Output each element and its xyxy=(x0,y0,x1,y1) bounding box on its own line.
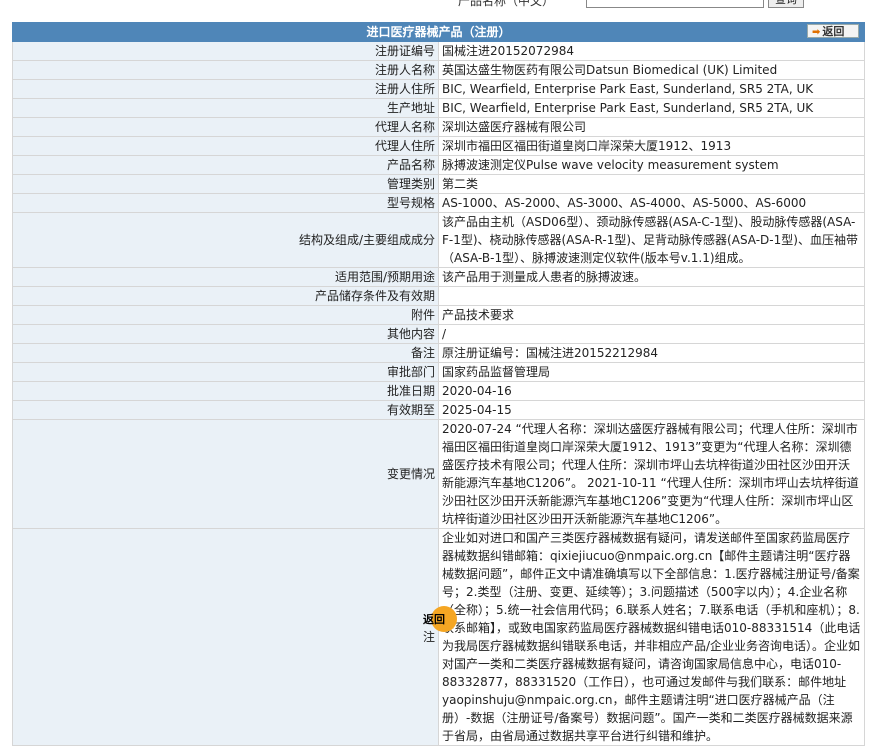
table-row: 其他内容 / xyxy=(12,324,865,344)
field-label: 批准日期 xyxy=(12,381,439,401)
field-label: 审批部门 xyxy=(12,362,439,382)
field-value: 第二类 xyxy=(438,174,865,194)
table-row: 注册人住所 BIC, Wearfield, Enterprise Park Eas… xyxy=(12,79,865,99)
field-value: 深圳达盛医疗器械有限公司 xyxy=(438,117,865,137)
table-row: 注册证编号 国械注进20152072984 xyxy=(12,41,865,61)
field-label: 其他内容 xyxy=(12,324,439,344)
table-row: 产品名称 脉搏波速测定仪Pulse wave velocity measureme… xyxy=(12,155,865,175)
field-value: 该产品由主机（ASD06型）、颈动脉传感器(ASA-C-1型)、股动脉传感器(A… xyxy=(438,212,865,268)
detail-panel: 进口医疗器械产品（注册） ➡ 返回 注册证编号 国械注进20152072984 注册人… xyxy=(12,22,865,746)
field-label: 结构及组成/主要组成成分 xyxy=(12,212,439,268)
field-value: BIC, Wearfield, Enterprise Park East, Su… xyxy=(438,98,865,118)
field-value: 企业如对进口和国产三类医疗器械数据有疑问，请发送邮件至国家药监局医疗器械数据纠错… xyxy=(438,528,865,746)
table-row: 代理人名称 深圳达盛医疗器械有限公司 xyxy=(12,117,865,137)
field-label: 适用范围/预期用途 xyxy=(12,267,439,287)
search-button[interactable]: 查询 xyxy=(768,0,804,8)
field-label: 注 xyxy=(12,528,439,746)
field-label: 注册人名称 xyxy=(12,60,439,80)
product-name-label: 产品名称（中文） xyxy=(458,0,555,8)
field-value: 英国达盛生物医药有限公司Datsun Biomedical (UK) Limit… xyxy=(438,60,865,80)
field-value: 深圳市福田区福田街道皇岗口岸深荣大厦1912、1913 xyxy=(438,136,865,156)
field-label: 型号规格 xyxy=(12,193,439,213)
field-value: 原注册证编号：国械注进20152212984 xyxy=(438,343,865,363)
table-row: 型号规格 AS-1000、AS-2000、AS-3000、AS-4000、AS-5… xyxy=(12,193,865,213)
field-value: 2020-04-16 xyxy=(438,381,865,401)
field-label: 有效期至 xyxy=(12,400,439,420)
field-value: 国家药品监督管理局 xyxy=(438,362,865,382)
back-button-bottom-label: 返回 xyxy=(423,613,445,626)
table-row: 批准日期 2020-04-16 xyxy=(12,381,865,401)
product-name-input[interactable] xyxy=(586,0,764,8)
back-button-label: 返回 xyxy=(822,25,845,38)
field-value: 2025-04-15 xyxy=(438,400,865,420)
field-label: 注册人住所 xyxy=(12,79,439,99)
field-value: 国械注进20152072984 xyxy=(438,41,865,61)
table-row: 结构及组成/主要组成成分 该产品由主机（ASD06型）、颈动脉传感器(ASA-C-… xyxy=(12,212,865,268)
arrow-right-icon: ➡ xyxy=(812,27,821,38)
search-bar: 产品名称（中文） 查询 xyxy=(0,0,877,10)
field-label: 产品名称 xyxy=(12,155,439,175)
table-row: 审批部门 国家药品监督管理局 xyxy=(12,362,865,382)
table-row: 管理类别 第二类 xyxy=(12,174,865,194)
field-value: 2020-07-24 “代理人名称：深圳达盛医疗器械有限公司；代理人住所：深圳市… xyxy=(438,419,865,529)
field-label: 管理类别 xyxy=(12,174,439,194)
field-label: 代理人住所 xyxy=(12,136,439,156)
field-label: 生产地址 xyxy=(12,98,439,118)
field-value: 脉搏波速测定仪Pulse wave velocity measurement s… xyxy=(438,155,865,175)
field-label: 附件 xyxy=(12,305,439,325)
field-value xyxy=(438,286,865,306)
table-header: 进口医疗器械产品（注册） ➡ 返回 xyxy=(12,22,865,42)
back-button-bottom[interactable]: 返回 xyxy=(415,606,459,632)
field-label: 注册证编号 xyxy=(12,41,439,61)
field-value: / xyxy=(438,324,865,344)
field-label: 备注 xyxy=(12,343,439,363)
page-title: 进口医疗器械产品（注册） xyxy=(366,25,511,39)
table-row: 备注 原注册证编号：国械注进20152212984 xyxy=(12,343,865,363)
table-row: 注册人名称 英国达盛生物医药有限公司Datsun Biomedical (UK) … xyxy=(12,60,865,80)
field-label: 产品储存条件及有效期 xyxy=(12,286,439,306)
table-row: 有效期至 2025-04-15 xyxy=(12,400,865,420)
detail-table: 进口医疗器械产品（注册） ➡ 返回 注册证编号 国械注进20152072984 注册人… xyxy=(12,22,865,746)
field-value: 该产品用于测量成人患者的脉搏波速。 xyxy=(438,267,865,287)
table-row: 适用范围/预期用途 该产品用于测量成人患者的脉搏波速。 xyxy=(12,267,865,287)
field-value: AS-1000、AS-2000、AS-3000、AS-4000、AS-5000、… xyxy=(438,193,865,213)
field-value: 产品技术要求 xyxy=(438,305,865,325)
table-row: 附件 产品技术要求 xyxy=(12,305,865,325)
table-row: 注企业如对进口和国产三类医疗器械数据有疑问，请发送邮件至国家药监局医疗器械数据纠… xyxy=(12,528,865,746)
table-row: 产品储存条件及有效期 xyxy=(12,286,865,306)
table-row: 变更情况 2020-07-24 “代理人名称：深圳达盛医疗器械有限公司；代理人住所… xyxy=(12,419,865,529)
field-label: 变更情况 xyxy=(12,419,439,529)
field-label: 代理人名称 xyxy=(12,117,439,137)
back-button-top[interactable]: ➡ 返回 xyxy=(807,24,859,38)
table-row: 生产地址 BIC, Wearfield, Enterprise Park East… xyxy=(12,98,865,118)
field-value: BIC, Wearfield, Enterprise Park East, Su… xyxy=(438,79,865,99)
table-row: 代理人住所 深圳市福田区福田街道皇岗口岸深荣大厦1912、1913 xyxy=(12,136,865,156)
